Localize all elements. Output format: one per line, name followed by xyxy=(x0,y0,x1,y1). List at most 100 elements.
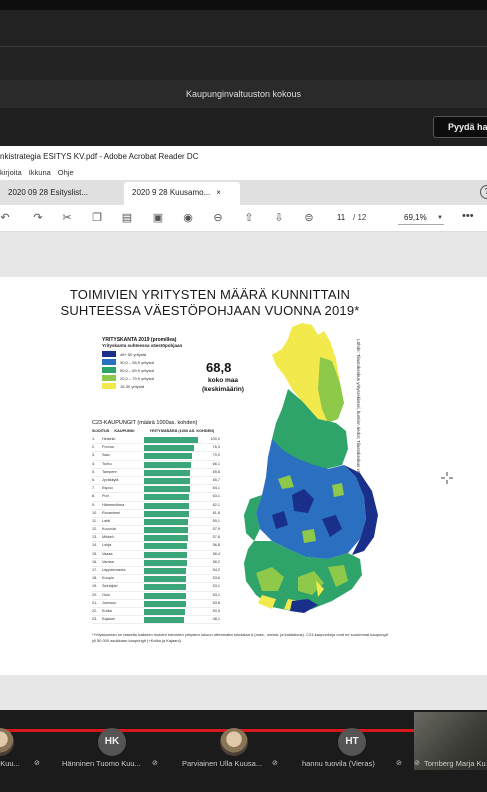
table-row: 23. Kajaani 48,1 xyxy=(92,616,220,625)
participant-tile[interactable]: HK Hänninen Tuomo Kuu... ⊘ xyxy=(60,712,170,784)
participant-tile[interactable]: Parviainen Ulla Kuusa... ⊘ xyxy=(180,712,290,784)
page-up-icon[interactable]: ⇧ xyxy=(242,211,256,225)
rank-cell: 15. xyxy=(92,551,98,556)
footnote: *Yrityskannan on laskettu kaikkien muide… xyxy=(92,632,388,643)
value-bar xyxy=(144,543,188,550)
city-cell: Vaasa xyxy=(102,551,113,556)
value-bar xyxy=(144,551,188,558)
cut-icon[interactable]: ✂ xyxy=(60,211,74,225)
table-row: 2. Porvoo 76,3 xyxy=(92,444,220,453)
city-cell: Tampere xyxy=(102,469,117,474)
menu-item-ikkuna[interactable]: Ikkuna xyxy=(29,168,51,180)
value-cell: 48,1 xyxy=(212,617,220,622)
column-header: YRITYSMÄÄRÄ (1000 AS. KOHDEN) xyxy=(149,429,215,433)
value-cell: 56,8 xyxy=(212,543,220,548)
tab-kuusamo[interactable]: 2020 9 28 Kuusamo... × xyxy=(124,182,240,205)
rank-cell: 5. xyxy=(92,469,96,474)
meeting-title: Kaupunginvaltuuston kokous xyxy=(185,89,302,99)
city-cell: Lahti xyxy=(102,518,111,523)
avatar: HT xyxy=(338,728,366,756)
participant-tile[interactable]: a Kuu... ⊘ xyxy=(0,712,54,784)
rank-cell: 22. xyxy=(92,608,98,613)
tab-esityslista[interactable]: 2020 09 28 Esityslist... xyxy=(0,182,112,205)
city-table: 1. Helsinki 100,0 2. Porvoo 76,3 3. Salo 70,0 4. T… xyxy=(92,436,220,625)
acrobat-window: nkistrategia ESITYS KV.pdf - Adobe Acrob… xyxy=(0,146,487,710)
chevron-down-icon[interactable]: ▼ xyxy=(437,211,443,225)
tab-label: 2020 9 28 Kuusamo... xyxy=(132,188,211,197)
table-row: 22. Kotka 50,5 xyxy=(92,608,220,617)
crosshair-cursor-icon xyxy=(441,472,453,484)
page-down-icon[interactable]: ⇩ xyxy=(272,211,286,225)
city-cell: Jyväskylä xyxy=(102,477,119,482)
city-cell: Kouvola xyxy=(102,527,116,532)
rank-cell: 7. xyxy=(92,486,96,491)
more-icon[interactable]: ••• xyxy=(462,210,474,222)
tab-label: 2020 09 28 Esityslist... xyxy=(8,188,89,197)
value-cell: 53,1 xyxy=(212,584,220,589)
participant-name: a Kuu... xyxy=(0,759,20,768)
clipboard-icon[interactable]: ▤ xyxy=(120,211,134,225)
mic-muted-icon: ⊘ xyxy=(34,760,40,767)
legend-swatch xyxy=(102,367,116,373)
participant-tile[interactable]: HT hannu tuovila (Vieras) ⊘ xyxy=(300,712,410,784)
value-cell: 57,8 xyxy=(212,535,220,540)
close-icon[interactable]: × xyxy=(216,188,221,197)
value-cell: 56,4 xyxy=(212,551,220,556)
toolbar: ↶ ↷ ✂ ❐ ▤ ▣ ◉ ⊖ ⇧ ⇩ ⊜ 11 / 12 69,1% ▼ ••… xyxy=(0,205,487,232)
city-cell: Seinäjoki xyxy=(102,584,118,589)
rank-cell: 8. xyxy=(92,494,96,499)
legend-label: 20,0 – 79,9 yritystä xyxy=(120,375,154,381)
city-cell: Kajaani xyxy=(102,617,115,622)
legend-label: 50,0 – 89,9 yritystä xyxy=(120,367,154,373)
binoculars-icon[interactable]: ◉ xyxy=(181,211,195,225)
value-bar xyxy=(144,461,191,468)
column-header: SIJOITUS xyxy=(92,429,110,433)
city-cell: Espoo xyxy=(102,486,113,491)
rank-cell: 10. xyxy=(92,510,98,515)
meeting-title-bar: Kaupunginvaltuuston kokous xyxy=(0,80,487,108)
value-bar xyxy=(144,502,189,509)
value-cell: 56,2 xyxy=(212,559,220,564)
table-row: 16. Vantaa 56,2 xyxy=(92,559,220,567)
value-cell: 53,8 xyxy=(212,600,220,605)
table-row: 3. Salo 70,0 xyxy=(92,452,220,461)
table-row: 7. Espoo 64,1 xyxy=(92,485,220,494)
rank-cell: 18. xyxy=(92,576,98,581)
camera-icon[interactable]: ▣ xyxy=(151,211,165,225)
help-icon[interactable]: ? xyxy=(480,185,487,199)
value-bar xyxy=(144,559,187,566)
menu-item-ohje[interactable]: Ohje xyxy=(58,168,74,180)
table-row: 19. Seinäjoki 53,1 xyxy=(92,583,220,592)
copy-icon[interactable]: ❐ xyxy=(90,211,104,225)
participant-name: Tornberg Marja Ku... xyxy=(424,759,487,768)
fit-icon[interactable]: ⊜ xyxy=(302,211,316,225)
page-number-input[interactable]: 11 xyxy=(332,211,350,225)
sign-icon[interactable]: ⊖ xyxy=(211,211,225,225)
value-cell: 61,6 xyxy=(212,510,220,515)
value-bar xyxy=(144,600,186,607)
value-bar xyxy=(144,608,186,615)
request-to-speak-button[interactable]: Pyydä ha xyxy=(433,116,487,138)
table-row: 6. Jyväskylä 65,7 xyxy=(92,477,220,486)
value-bar xyxy=(144,527,188,534)
rank-cell: 17. xyxy=(92,568,98,572)
participant-name: hannu tuovila (Vieras) xyxy=(302,759,375,768)
screen: Kaupunginvaltuuston kokous Pyydä ha nkis… xyxy=(0,0,487,792)
redo-icon[interactable]: ↷ xyxy=(31,211,45,225)
table-row: 12. Kouvola 57,9 xyxy=(92,526,220,535)
avatar xyxy=(0,728,14,756)
table-row: 10. Rovaniemi 61,6 xyxy=(92,510,220,518)
divider xyxy=(0,46,487,47)
value-cell: 66,1 xyxy=(212,461,220,466)
document-viewer[interactable]: TOIMIVIEN YRITYSTEN MÄÄRÄ KUNNITTAIN SUH… xyxy=(0,232,487,710)
undo-icon[interactable]: ↶ xyxy=(0,211,12,225)
slide-title-line2: SUHTEESSA VÄESTÖPOHJAAN VUONNA 2019* xyxy=(60,303,360,318)
legend-label: 48+ 50 yritystä xyxy=(120,351,147,357)
table-row: 17. Lappeenranta 54,2 xyxy=(92,567,220,576)
value-cell: 100,0 xyxy=(210,437,220,441)
participant-tile[interactable]: ⊘ Tornberg Marja Ku... xyxy=(412,712,487,784)
pdf-page: TOIMIVIEN YRITYSTEN MÄÄRÄ KUNNITTAIN SUH… xyxy=(0,277,487,675)
value-cell: 63,1 xyxy=(212,494,220,499)
menu-item-kirjoita[interactable]: kirjoita xyxy=(0,168,22,180)
meeting-control-band xyxy=(0,108,487,146)
